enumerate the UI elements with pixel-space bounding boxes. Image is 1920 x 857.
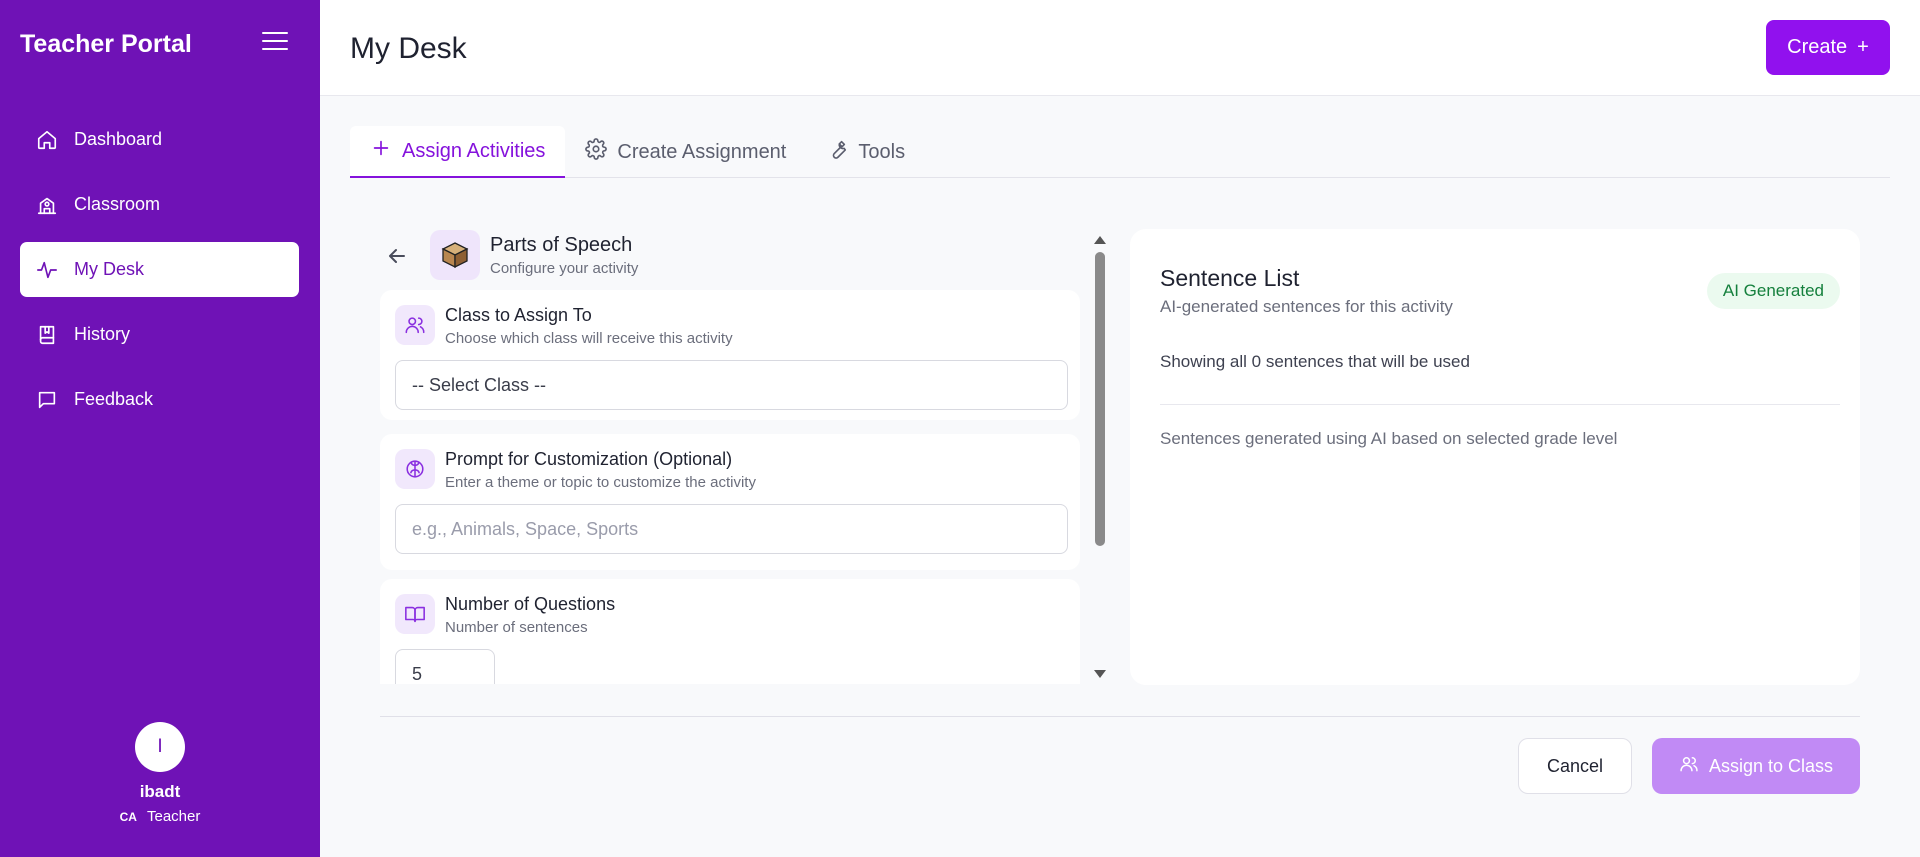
create-button-label: Create <box>1787 36 1848 58</box>
tab-create-assignment[interactable]: Create Assignment <box>565 126 806 178</box>
tab-bar: Assign Activities Create Assignment Tool… <box>350 126 1890 178</box>
sidebar-nav: Dashboard Classroom My Desk History Feed… <box>20 112 299 437</box>
questions-card: Number of Questions Number of sentences … <box>380 579 1080 684</box>
assign-to-class-button[interactable]: Assign to Class <box>1652 738 1860 794</box>
sidebar-item-label: My Desk <box>74 259 145 279</box>
brain-icon <box>395 449 435 489</box>
question-count-input[interactable]: 5 <box>395 649 495 684</box>
tab-label: Create Assignment <box>617 140 787 163</box>
tab-label: Tools <box>858 140 906 163</box>
sidebar-item-classroom[interactable]: Classroom <box>20 177 299 232</box>
sentence-note: Sentences generated using AI based on se… <box>1160 429 1618 448</box>
plus-icon: + <box>1857 36 1869 58</box>
activity-config-panel: Parts of Speech Configure your activity … <box>380 228 1110 684</box>
questions-card-subtitle: Number of sentences <box>445 619 588 636</box>
class-card-title: Class to Assign To <box>445 305 592 325</box>
user-tag: CA <box>119 809 137 824</box>
tab-assign-activities[interactable]: Assign Activities <box>350 126 566 178</box>
scroll-thumb[interactable] <box>1095 252 1105 546</box>
class-select[interactable]: -- Select Class -- <box>395 360 1068 410</box>
prompt-card-title: Prompt for Customization (Optional) <box>445 449 733 469</box>
ai-generated-badge: AI Generated <box>1706 273 1840 309</box>
scroll-up-icon[interactable] <box>1094 236 1106 244</box>
message-icon <box>36 389 58 411</box>
sentence-list-panel: Sentence List AI-generated sentences for… <box>1130 229 1860 685</box>
activity-title: Parts of Speech <box>490 234 633 256</box>
users-icon <box>1679 754 1699 779</box>
user-profile[interactable]: I ibadt CA Teacher <box>0 722 320 825</box>
sidebar-item-feedback[interactable]: Feedback <box>20 372 299 427</box>
page-header: My Desk Create + <box>320 0 1920 96</box>
scrollbar[interactable] <box>1092 228 1108 684</box>
user-name: ibadt <box>139 782 181 801</box>
users-icon <box>395 305 435 345</box>
sidebar-item-label: History <box>74 324 131 344</box>
user-role: CA Teacher <box>0 808 320 825</box>
hamburger-menu-icon[interactable] <box>262 32 288 54</box>
sidebar: Teacher Portal Dashboard Classroom My De… <box>0 0 320 857</box>
sidebar-item-label: Classroom <box>74 194 161 214</box>
activity-header: Parts of Speech Configure your activity <box>380 228 1080 288</box>
user-role-label: Teacher <box>146 808 201 825</box>
book-bookmark-icon <box>36 324 58 346</box>
gear-icon <box>585 138 608 166</box>
tab-tools[interactable]: Tools <box>806 126 925 178</box>
footer-divider <box>380 716 1860 717</box>
cube-icon <box>430 230 480 280</box>
sidebar-item-dashboard[interactable]: Dashboard <box>20 112 299 167</box>
sidebar-item-my-desk[interactable]: My Desk <box>20 242 299 297</box>
page-title: My Desk <box>350 32 467 65</box>
sentence-count: Showing all 0 sentences that will be use… <box>1160 352 1470 371</box>
tab-label: Assign Activities <box>402 139 546 162</box>
create-button[interactable]: Create + <box>1766 20 1890 75</box>
open-book-icon <box>395 594 435 634</box>
class-card: Class to Assign To Choose which class wi… <box>380 290 1080 420</box>
divider <box>1160 404 1840 405</box>
sentence-list-title: Sentence List <box>1160 265 1300 291</box>
sidebar-item-label: Dashboard <box>74 129 163 149</box>
activity-subtitle: Configure your activity <box>490 260 639 277</box>
scroll-down-icon[interactable] <box>1094 670 1106 678</box>
class-card-subtitle: Choose which class will receive this act… <box>445 330 733 347</box>
sentence-list-subtitle: AI-generated sentences for this activity <box>1160 297 1453 316</box>
prompt-input[interactable]: e.g., Animals, Space, Sports <box>395 504 1068 554</box>
plus-icon <box>370 137 392 165</box>
brand-title: Teacher Portal <box>20 30 192 58</box>
config-scroll-area: Parts of Speech Configure your activity … <box>380 228 1080 684</box>
assign-button-label: Assign to Class <box>1708 755 1834 776</box>
questions-card-title: Number of Questions <box>445 594 616 614</box>
back-arrow-icon[interactable] <box>385 244 409 268</box>
avatar: I <box>135 722 185 772</box>
prompt-card: Prompt for Customization (Optional) Ente… <box>380 434 1080 570</box>
school-icon <box>36 194 58 216</box>
prompt-card-subtitle: Enter a theme or topic to customize the … <box>445 474 756 491</box>
cancel-button[interactable]: Cancel <box>1518 738 1632 794</box>
sidebar-item-history[interactable]: History <box>20 307 299 362</box>
home-icon <box>36 129 58 151</box>
wrench-icon <box>826 138 848 166</box>
sidebar-item-label: Feedback <box>74 389 154 409</box>
activity-icon <box>36 259 58 281</box>
